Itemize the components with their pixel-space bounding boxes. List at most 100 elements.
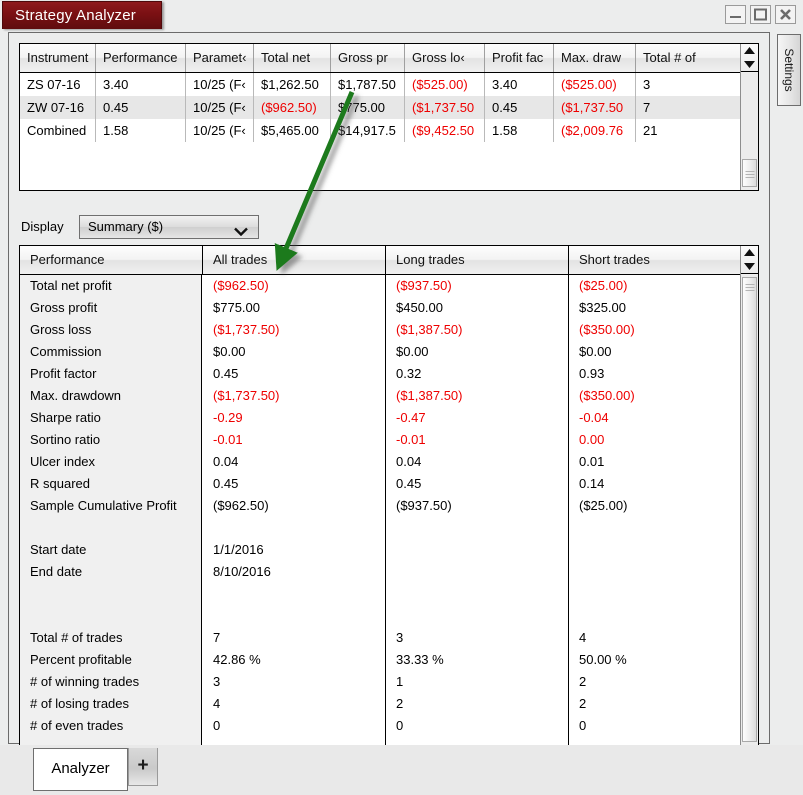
performance-row[interactable]: Percent profitable42.86 %33.33 %50.00 % (20, 649, 742, 671)
performance-value-short: 0.93 (569, 363, 742, 385)
performance-value-all: $775.00 (203, 297, 385, 319)
performance-value-short: 0 (569, 715, 742, 737)
performance-row[interactable]: End date8/10/2016 (20, 561, 742, 583)
performance-row[interactable]: Total net profit($962.50)($937.50)($25.0… (20, 275, 742, 297)
performance-row[interactable]: Sortino ratio-0.01-0.010.00 (20, 429, 742, 451)
instrument-scroll-thumb[interactable] (742, 159, 757, 187)
performance-value-short: 4 (569, 627, 742, 649)
performance-row[interactable]: # of winning trades312 (20, 671, 742, 693)
performance-row[interactable]: Start date1/1/2016 (20, 539, 742, 561)
scroll-up-button[interactable] (743, 45, 756, 57)
table-cell-total_trades: 3 (636, 73, 740, 96)
window-title-tab[interactable]: Strategy Analyzer (2, 1, 162, 29)
table-cell-total_trades: 7 (636, 96, 740, 119)
instrument-grid-scrollbar[interactable] (740, 44, 758, 190)
performance-value-long: -0.47 (386, 407, 568, 429)
table-row[interactable]: ZS 07-163.4010/25 (F‹$1,262.50$1,787.50(… (20, 73, 740, 96)
performance-value-short: 0.00 (569, 429, 742, 451)
instrument-column-header[interactable]: Total net (254, 44, 331, 72)
performance-value-all: 42.86 % (203, 649, 385, 671)
tab-analyzer[interactable]: Analyzer (33, 748, 128, 791)
settings-tab[interactable]: Settings (777, 34, 801, 106)
strategy-analyzer-window: Strategy Analyzer Settings InstrumentPer… (0, 0, 803, 795)
performance-metric-label: Profit factor (20, 363, 202, 385)
performance-metric-label: # of losing trades (20, 693, 202, 715)
performance-metric-label: Max. drawdown (20, 385, 202, 407)
performance-value-long (386, 605, 568, 627)
instrument-column-header[interactable]: Performance (96, 44, 186, 72)
instrument-column-header[interactable]: Gross lo‹ (405, 44, 485, 72)
scroll-up-button[interactable] (743, 247, 756, 259)
performance-grid-body: Total net profit($962.50)($937.50)($25.0… (20, 275, 742, 766)
scroll-down-button[interactable] (743, 260, 756, 272)
performance-column-header[interactable]: All trades (203, 246, 386, 274)
performance-value-all: 0.04 (203, 451, 385, 473)
table-row[interactable]: ZW 07-160.4510/25 (F‹($962.50)$775.00($1… (20, 96, 740, 119)
performance-row[interactable]: # of even trades000 (20, 715, 742, 737)
performance-value-long: ($937.50) (386, 275, 568, 297)
table-cell-total_net: $5,465.00 (254, 119, 331, 142)
performance-metric-label: Total # of trades (20, 627, 202, 649)
performance-value-all (203, 583, 385, 605)
table-cell-gross_profit: $1,787.50 (331, 73, 405, 96)
instrument-column-header[interactable]: Instrument (20, 44, 96, 72)
display-dropdown[interactable]: Summary ($) (79, 215, 259, 239)
performance-column-header[interactable]: Long trades (386, 246, 569, 274)
performance-row[interactable]: Profit factor0.450.320.93 (20, 363, 742, 385)
scroll-down-button[interactable] (743, 58, 756, 70)
performance-value-short: ($350.00) (569, 319, 742, 341)
performance-row[interactable] (20, 583, 742, 605)
performance-row[interactable]: Max. drawdown($1,737.50)($1,387.50)($350… (20, 385, 742, 407)
performance-value-all: 3 (203, 671, 385, 693)
performance-scroll-track[interactable] (741, 275, 758, 766)
performance-row[interactable]: # of losing trades422 (20, 693, 742, 715)
performance-grid-scrollbar[interactable] (740, 246, 758, 766)
performance-metric-label: R squared (20, 473, 202, 495)
performance-value-long: ($1,387.50) (386, 319, 568, 341)
performance-value-all: 0.45 (203, 363, 385, 385)
instrument-column-header[interactable]: Gross pr (331, 44, 405, 72)
plus-icon: + (137, 755, 148, 777)
performance-row[interactable]: R squared0.450.450.14 (20, 473, 742, 495)
performance-value-long: $450.00 (386, 297, 568, 319)
close-button[interactable] (775, 5, 796, 24)
performance-metric-label: Commission (20, 341, 202, 363)
instrument-column-header[interactable]: Total # of (636, 44, 740, 72)
close-icon (776, 6, 795, 23)
performance-metric-label (20, 583, 202, 605)
performance-row[interactable]: Sharpe ratio-0.29-0.47-0.04 (20, 407, 742, 429)
display-selected-value: Summary ($) (88, 219, 163, 234)
table-cell-max_drawdown: ($525.00) (554, 73, 636, 96)
performance-value-all (203, 605, 385, 627)
performance-value-all: ($962.50) (203, 495, 385, 517)
table-row[interactable]: Combined1.5810/25 (F‹$5,465.00$14,917.5(… (20, 119, 740, 142)
table-cell-parameters: 10/25 (F‹ (186, 119, 254, 142)
instrument-scroll-arrows (741, 44, 758, 72)
performance-scroll-thumb[interactable] (742, 277, 757, 742)
settings-tab-label: Settings (782, 48, 796, 91)
performance-value-short (569, 583, 742, 605)
table-cell-total_trades: 21 (636, 119, 740, 142)
instrument-column-header[interactable]: Profit fac (485, 44, 554, 72)
performance-row[interactable]: Gross profit$775.00$450.00$325.00 (20, 297, 742, 319)
minimize-button[interactable] (725, 5, 746, 24)
performance-row[interactable] (20, 517, 742, 539)
performance-column-header[interactable]: Performance (20, 246, 203, 274)
performance-row[interactable]: Gross loss($1,737.50)($1,387.50)($350.00… (20, 319, 742, 341)
instrument-column-header[interactable]: Max. draw (554, 44, 636, 72)
performance-row[interactable]: Sample Cumulative Profit($962.50)($937.5… (20, 495, 742, 517)
instrument-scroll-track[interactable] (741, 73, 758, 190)
add-tab-button[interactable]: + (128, 748, 158, 786)
performance-value-all: -0.01 (203, 429, 385, 451)
instrument-column-header[interactable]: Paramet‹ (186, 44, 254, 72)
maximize-icon (751, 6, 770, 23)
triangle-down-icon (743, 58, 756, 70)
performance-row[interactable]: Ulcer index0.040.040.01 (20, 451, 742, 473)
performance-scroll-arrows (741, 246, 758, 274)
performance-row[interactable]: Total # of trades734 (20, 627, 742, 649)
performance-row[interactable]: Commission$0.00$0.00$0.00 (20, 341, 742, 363)
performance-row[interactable] (20, 605, 742, 627)
performance-column-header[interactable]: Short trades (569, 246, 742, 274)
maximize-button[interactable] (750, 5, 771, 24)
performance-metric-label: Sortino ratio (20, 429, 202, 451)
